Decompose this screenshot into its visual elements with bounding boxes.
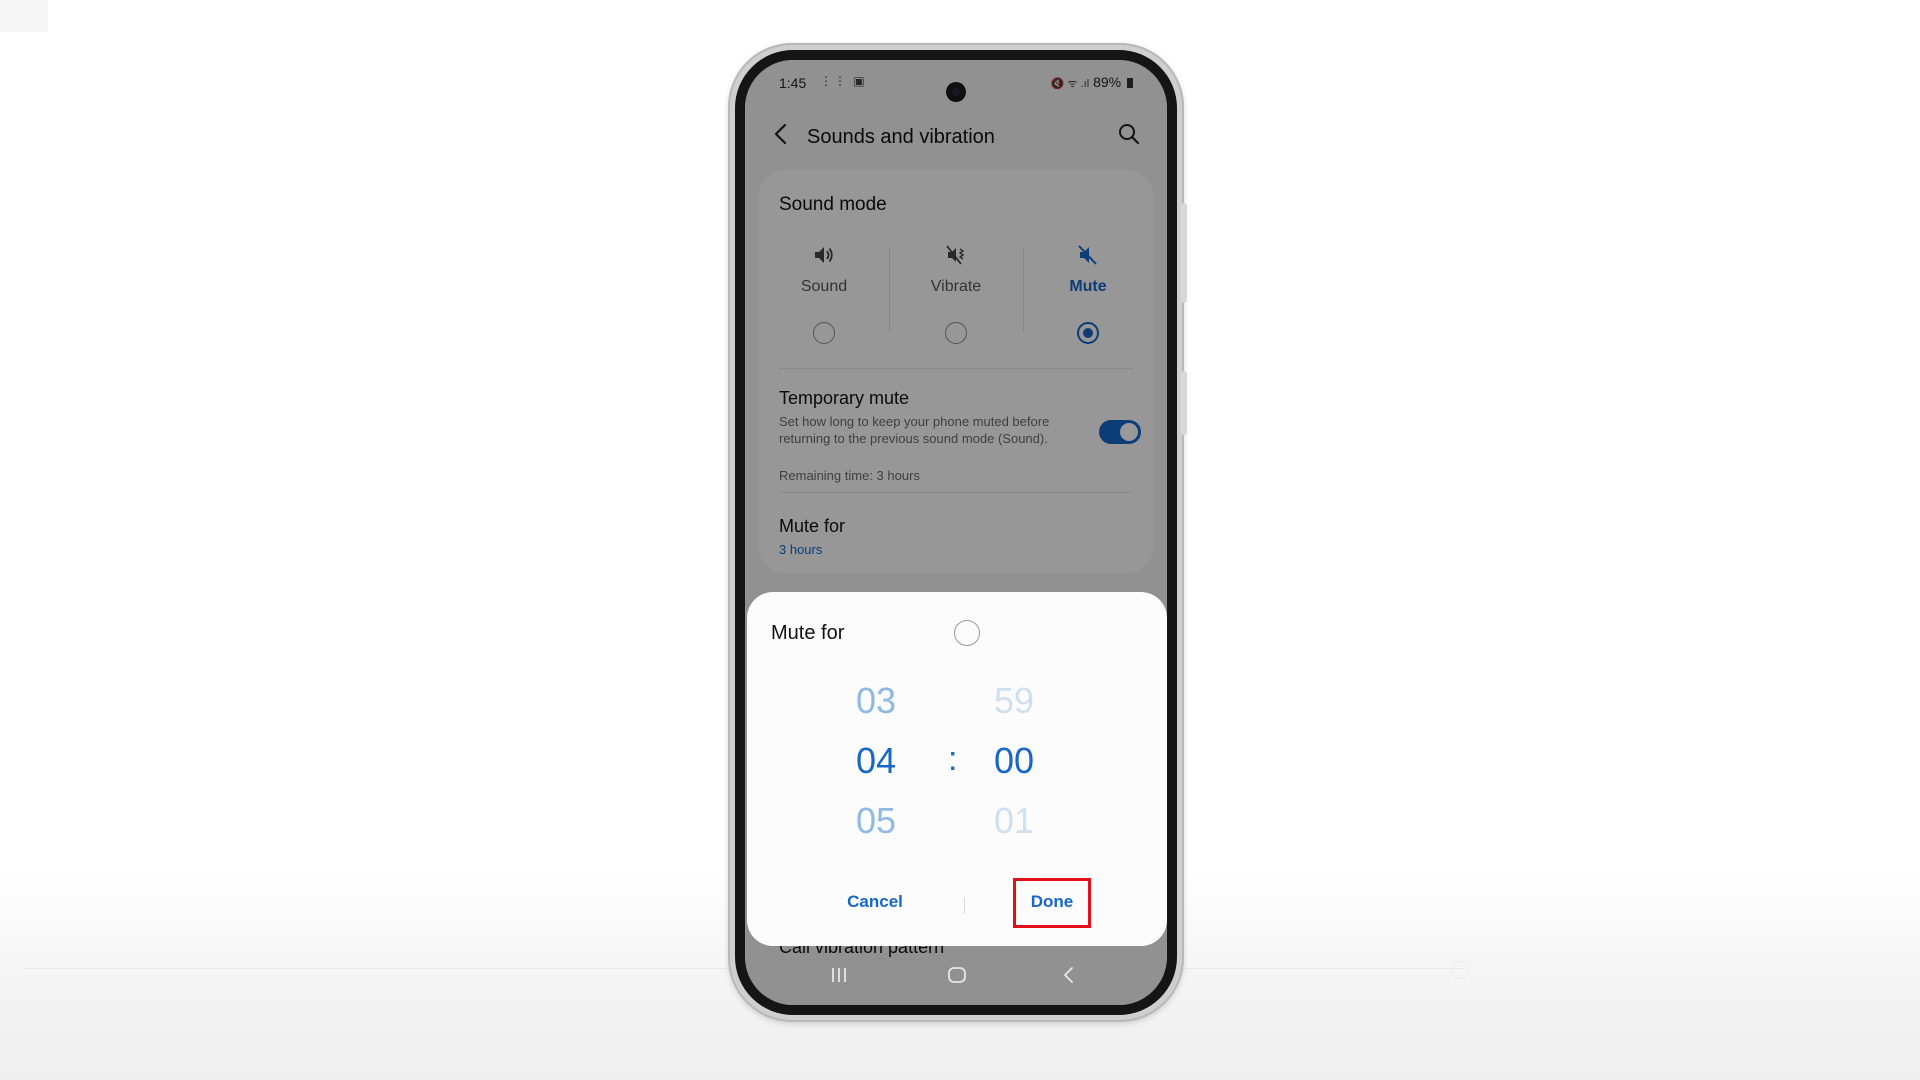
power-button <box>1181 371 1187 435</box>
button-divider <box>964 898 965 914</box>
time-separator: : <box>948 740 958 778</box>
recent-apps-icon[interactable] <box>827 963 851 987</box>
background-dot <box>1451 961 1469 979</box>
minute-prev[interactable]: 59 <box>969 680 1059 722</box>
home-icon[interactable] <box>945 963 969 987</box>
nav-back-icon[interactable] <box>1057 963 1081 987</box>
hour-selected[interactable]: 04 <box>831 740 921 782</box>
hour-next[interactable]: 05 <box>831 800 921 842</box>
minute-selected[interactable]: 00 <box>969 740 1059 782</box>
dialog-circle-icon <box>954 620 980 646</box>
navigation-bar <box>745 945 1167 1005</box>
cancel-button[interactable]: Cancel <box>830 892 920 912</box>
phone-screen: 1:45 ⋮⋮ ▣ 🔇 ᯤ .ıl 89% Sounds and vibrati… <box>745 60 1167 1005</box>
minute-next[interactable]: 01 <box>969 800 1059 842</box>
phone-frame: 1:45 ⋮⋮ ▣ 🔇 ᯤ .ıl 89% Sounds and vibrati… <box>728 43 1187 1022</box>
hour-prev[interactable]: 03 <box>831 680 921 722</box>
corner-patch <box>0 0 48 32</box>
dialog-title: Mute for <box>771 622 845 644</box>
mute-for-dialog: Mute for 03 04 05 : 59 00 01 Cancel Done <box>747 592 1167 946</box>
volume-button <box>1181 203 1187 303</box>
done-highlight-box <box>1013 878 1091 928</box>
